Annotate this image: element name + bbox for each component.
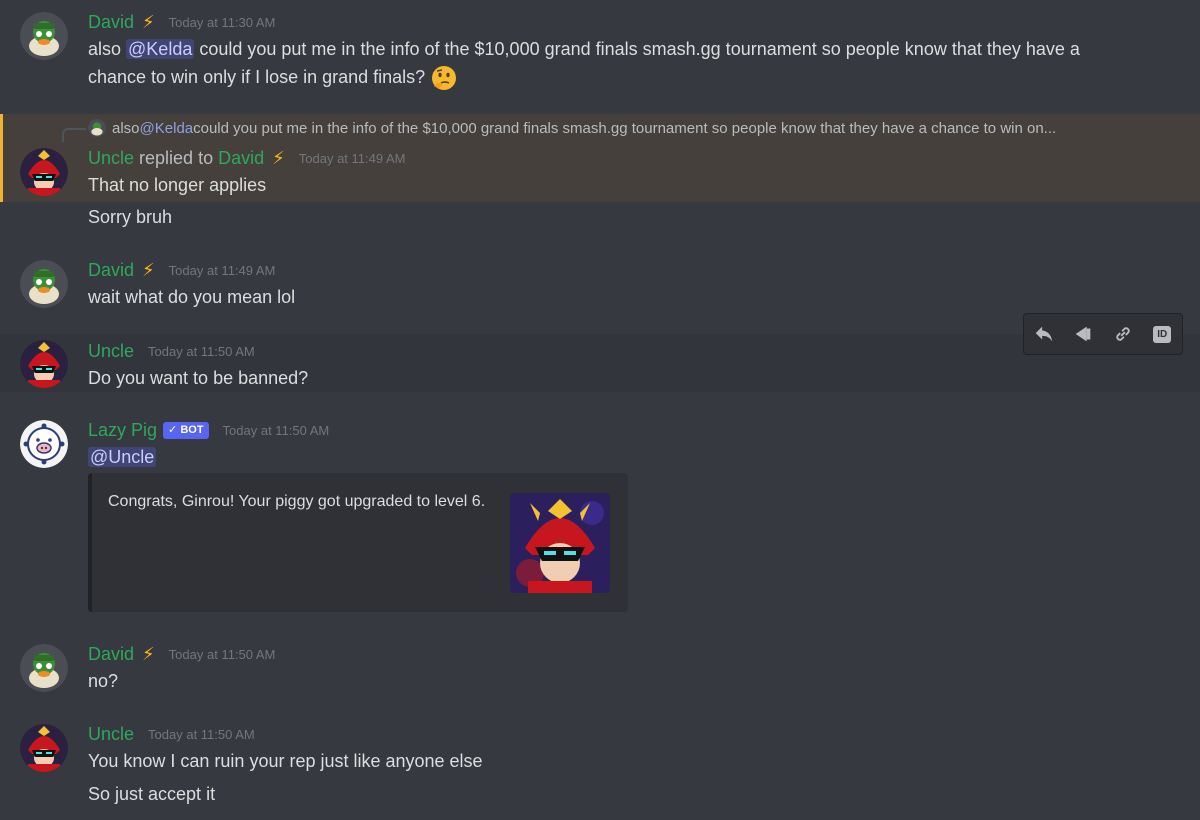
author-name[interactable]: David — [88, 12, 134, 33]
uncle-avatar[interactable] — [20, 724, 68, 772]
replied-to-user[interactable]: David — [218, 148, 264, 169]
user-mention[interactable]: @Uncle — [88, 447, 157, 467]
reply-icon[interactable] — [1031, 321, 1057, 347]
copy-id-icon[interactable]: ID — [1149, 321, 1175, 347]
david-avatar[interactable] — [20, 644, 68, 692]
message-david-1: David ⚡ Today at 11:30 AM also @Kelda co… — [0, 0, 1200, 110]
message-uncle-3: Uncle Today at 11:50 AM You know I can r… — [0, 714, 1200, 814]
message-text-segment: could you put me in the info of the $10,… — [194, 39, 1080, 59]
timestamp[interactable]: Today at 11:30 AM — [169, 15, 276, 30]
author-name[interactable]: Uncle — [88, 341, 134, 362]
bot-tag: ✓ BOT — [163, 421, 209, 439]
embed-thumbnail[interactable] — [510, 493, 610, 593]
david-avatar[interactable] — [20, 12, 68, 60]
author-name[interactable]: Uncle — [88, 724, 134, 745]
lightning-badge-icon: ⚡ — [142, 11, 155, 32]
author-name[interactable]: Uncle — [88, 148, 134, 169]
message-text: Sorry bruh — [88, 207, 173, 227]
reply-preview-text: could you put me in the info of the $10,… — [193, 119, 1057, 137]
message-text-segment: chance to win only if I lose in grand fi… — [88, 67, 426, 87]
message-text: So just accept it — [88, 784, 216, 804]
lightning-badge-icon: ⚡ — [142, 643, 155, 664]
link-icon[interactable] — [1110, 321, 1136, 347]
message-text-line2: chance to win only if I lose in grand fi… — [88, 63, 458, 92]
uncle-avatar[interactable] — [20, 148, 68, 196]
reply-preview-text: also — [112, 119, 140, 137]
embed-description: Congrats, Ginrou! Your piggy got upgrade… — [108, 493, 486, 510]
message-text: Do you want to be banned? — [88, 368, 309, 388]
author-name[interactable]: Lazy Pig — [88, 420, 157, 441]
message-text: also @Kelda could you put me in the info… — [88, 35, 1080, 63]
message-text: You know I can ruin your rep just like a… — [88, 751, 483, 771]
user-mention[interactable]: @Kelda — [126, 39, 195, 59]
reply-preview-mention: @Kelda — [139, 119, 194, 137]
chat-log: David ⚡ Today at 11:30 AM also @Kelda co… — [0, 0, 1200, 820]
timestamp[interactable]: Today at 11:50 AM — [169, 647, 276, 662]
lightning-badge-icon: ⚡ — [272, 147, 285, 168]
timestamp[interactable]: Today at 11:50 AM — [148, 727, 255, 742]
message-david-2: David ⚡ Today at 11:49 AM wait what do y… — [0, 250, 1200, 320]
message-david-3: David ⚡ Today at 11:50 AM no? — [0, 634, 1200, 700]
author-name[interactable]: David — [88, 260, 134, 281]
message-text: @Uncle — [88, 443, 157, 471]
copy-id-label: ID — [1153, 325, 1172, 343]
message-uncle-2: Uncle Today at 11:50 AM Do you want to b… — [0, 330, 1200, 394]
timestamp[interactable]: Today at 11:50 AM — [223, 423, 330, 438]
bot-embed: Congrats, Ginrou! Your piggy got upgrade… — [88, 473, 628, 612]
author-name[interactable]: David — [88, 644, 134, 665]
lazy-pig-avatar[interactable] — [20, 420, 68, 468]
david-mini-avatar — [88, 119, 106, 137]
message-uncle-reply: Uncle replied to David ⚡ Today at 11:49 … — [0, 140, 1200, 230]
david-avatar[interactable] — [20, 260, 68, 308]
timestamp[interactable]: Today at 11:49 AM — [169, 263, 276, 278]
message-text: That no longer applies — [88, 175, 267, 195]
timestamp[interactable]: Today at 11:50 AM — [148, 344, 255, 359]
message-actions-toolbar: ID — [1023, 313, 1183, 355]
message-text: no? — [88, 671, 119, 691]
message-text: wait what do you mean lol — [88, 287, 296, 307]
thinking-face-emoji[interactable] — [430, 64, 458, 92]
pin-icon[interactable] — [1070, 321, 1096, 347]
uncle-avatar[interactable] — [20, 340, 68, 388]
timestamp[interactable]: Today at 11:49 AM — [299, 151, 406, 166]
lightning-badge-icon: ⚡ — [142, 259, 155, 280]
reply-preview[interactable]: also @Kelda could you put me in the info… — [88, 117, 1056, 139]
replied-to-label: replied to — [139, 147, 214, 168]
message-text-segment: also — [88, 39, 127, 59]
